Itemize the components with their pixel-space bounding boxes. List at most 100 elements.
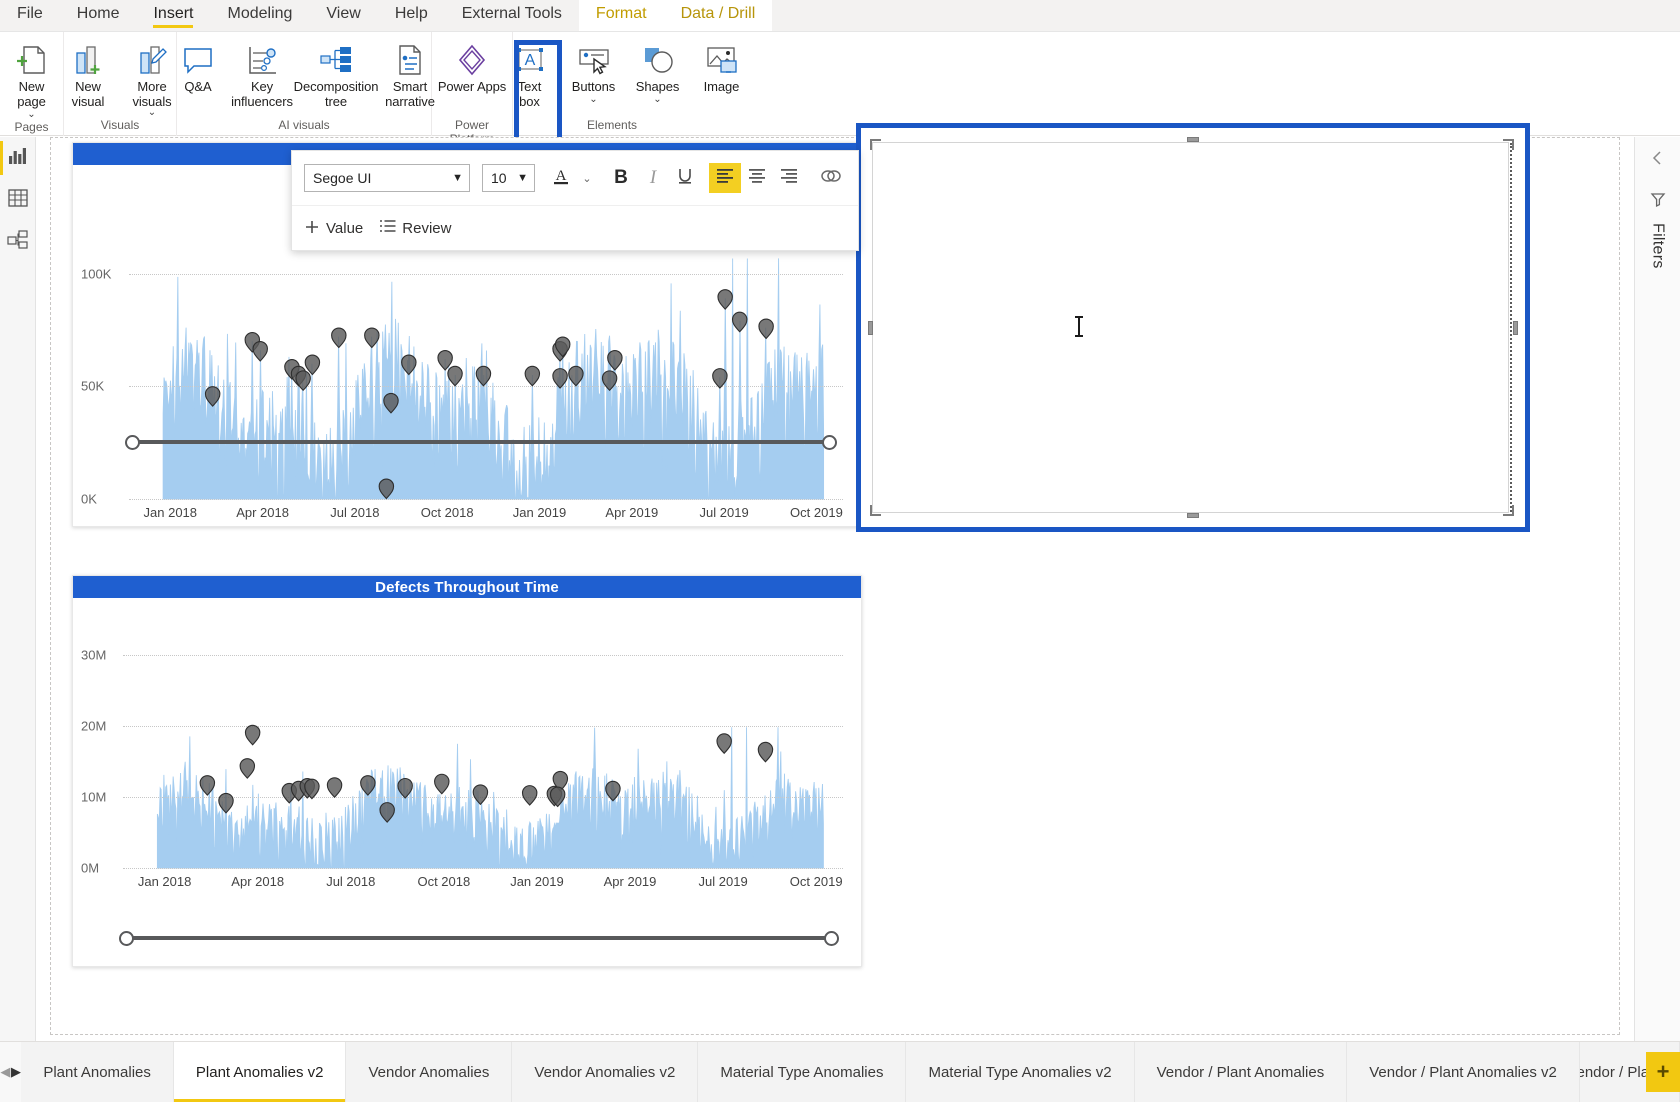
anomaly-marker[interactable] xyxy=(437,350,453,371)
resize-handle-middle-right[interactable] xyxy=(1513,320,1518,335)
page-tab-vendor-anomalies[interactable]: Vendor Anomalies xyxy=(346,1042,513,1102)
range-slider-knob-end-top[interactable] xyxy=(822,435,837,450)
page-tab-vendor-plant-anomalies[interactable]: Vendor / Plant Anomalies xyxy=(1134,1042,1348,1102)
text-box-button[interactable]: A Text box xyxy=(498,37,562,109)
anomaly-marker[interactable] xyxy=(601,370,618,392)
anomaly-marker[interactable] xyxy=(717,289,733,310)
anomaly-marker[interactable] xyxy=(218,792,234,814)
anomaly-marker[interactable] xyxy=(397,778,413,799)
ribbon-tab-home[interactable]: Home xyxy=(60,0,137,31)
anomaly-marker[interactable] xyxy=(758,318,774,340)
new-visual-button[interactable]: New visual xyxy=(56,37,120,109)
page-tab-vendor-plant-anomalies-v2[interactable]: Vendor / Plant Anomalies v2 xyxy=(1347,1042,1580,1102)
anomaly-marker[interactable] xyxy=(295,370,311,392)
align-center-button[interactable] xyxy=(741,163,773,193)
range-slider-knob-start-top[interactable] xyxy=(125,435,140,450)
anomaly-marker[interactable] xyxy=(434,773,450,795)
buttons-chevron-down-icon[interactable]: ⌄ xyxy=(589,94,597,105)
anomaly-marker[interactable] xyxy=(712,368,728,389)
inserted-text-box[interactable] xyxy=(856,123,1530,532)
shapes-button[interactable]: Shapes ⌄ xyxy=(626,37,690,105)
ribbon-tab-help[interactable]: Help xyxy=(378,0,445,31)
range-slider-track-bottom[interactable] xyxy=(125,936,833,940)
anomaly-marker[interactable] xyxy=(331,327,347,349)
italic-button[interactable]: I xyxy=(637,163,669,193)
new-page-button[interactable]: New page ⌄ xyxy=(0,37,64,120)
anomaly-marker[interactable] xyxy=(378,478,395,500)
resize-handle-top-right-h[interactable] xyxy=(1503,139,1514,141)
resize-handle-top-center[interactable] xyxy=(1187,137,1199,142)
align-left-button[interactable] xyxy=(709,163,741,193)
resize-handle-bottom-left-h[interactable] xyxy=(870,514,881,516)
page-tabs-next-button[interactable]: ▶ xyxy=(11,1042,22,1102)
page-tab-material-type-anomalies[interactable]: Material Type Anomalies xyxy=(698,1042,907,1102)
font-color-dropdown-button[interactable]: ⌄ xyxy=(577,163,597,193)
anomaly-marker[interactable] xyxy=(447,365,463,387)
anomaly-markers-bottom[interactable] xyxy=(73,598,863,910)
anomaly-marker[interactable] xyxy=(521,785,538,806)
expand-pane-button[interactable] xyxy=(1643,145,1673,175)
insert-link-button[interactable] xyxy=(815,163,847,193)
resize-handle-bottom-right-h[interactable] xyxy=(1503,514,1514,516)
anomaly-marker[interactable] xyxy=(731,311,748,333)
anomaly-marker[interactable] xyxy=(757,741,774,763)
new-page-chevron-down-icon[interactable]: ⌄ xyxy=(27,109,35,120)
ribbon-tab-format[interactable]: Format xyxy=(578,0,664,31)
ribbon-tab-modeling[interactable]: Modeling xyxy=(210,0,309,31)
anomaly-marker[interactable] xyxy=(475,365,492,387)
resize-handle-middle-left[interactable] xyxy=(868,320,873,335)
more-visuals-chevron-down-icon[interactable]: ⌄ xyxy=(148,107,156,118)
font-color-button[interactable]: A xyxy=(545,163,577,193)
filters-pane-button[interactable] xyxy=(1643,187,1673,217)
bold-button[interactable]: B xyxy=(605,163,637,193)
anomaly-marker[interactable] xyxy=(204,386,221,407)
anomaly-marker[interactable] xyxy=(524,365,541,387)
resize-handle-top-left-h[interactable] xyxy=(870,139,881,141)
anomaly-markers-top[interactable] xyxy=(73,237,863,537)
anomaly-marker[interactable] xyxy=(607,350,623,371)
add-page-button[interactable]: + xyxy=(1646,1052,1680,1092)
anomaly-marker[interactable] xyxy=(472,784,489,806)
ribbon-tab-data-drill[interactable]: Data / Drill xyxy=(663,0,773,31)
anomaly-marker[interactable] xyxy=(568,365,584,387)
anomaly-marker[interactable] xyxy=(199,775,216,796)
text-box-resize-edge[interactable] xyxy=(1510,143,1512,512)
ribbon-tab-insert[interactable]: Insert xyxy=(136,0,210,31)
anomaly-marker[interactable] xyxy=(379,802,395,823)
anomaly-marker[interactable] xyxy=(383,392,399,414)
sidebar-item-model-view[interactable] xyxy=(0,221,36,263)
qna-button[interactable]: Q&A xyxy=(166,37,230,94)
anomaly-marker[interactable] xyxy=(244,724,261,746)
resize-handle-bottom-center[interactable] xyxy=(1187,513,1199,518)
decomposition-tree-button[interactable]: Decomposition tree xyxy=(294,37,378,109)
review-button[interactable]: Review xyxy=(379,219,451,239)
page-tab-vendor-anomalies-v2[interactable]: Vendor Anomalies v2 xyxy=(512,1042,699,1102)
page-tabs-prev-button[interactable]: ◀ xyxy=(0,1042,11,1102)
text-format-toolbar[interactable]: Segoe UI ▼ 10 ▼ A ⌄ B I Value Review xyxy=(291,150,859,251)
ribbon-tab-external-tools[interactable]: External Tools xyxy=(445,0,579,31)
anomaly-marker[interactable] xyxy=(326,777,343,799)
ribbon-tab-file[interactable]: File xyxy=(0,0,60,31)
font-size-select[interactable]: 10 ▼ xyxy=(482,164,535,192)
font-family-select[interactable]: Segoe UI ▼ xyxy=(304,164,470,192)
buttons-button[interactable]: Buttons ⌄ xyxy=(562,37,626,105)
ribbon-tab-view[interactable]: View xyxy=(309,0,377,31)
page-tab-plant-anomalies[interactable]: Plant Anomalies xyxy=(21,1042,174,1102)
anomaly-marker[interactable] xyxy=(252,341,268,362)
range-slider-knob-end-bottom[interactable] xyxy=(824,931,839,946)
page-tab-material-type-anomalies-v2[interactable]: Material Type Anomalies v2 xyxy=(906,1042,1135,1102)
key-influencers-button[interactable]: Key influencers xyxy=(230,37,294,109)
text-box-content-area[interactable] xyxy=(872,142,1512,513)
sidebar-item-data-view[interactable] xyxy=(0,179,36,221)
anomaly-marker[interactable] xyxy=(239,758,256,779)
anomaly-marker[interactable] xyxy=(364,327,380,349)
anomaly-marker[interactable] xyxy=(552,368,568,389)
image-button[interactable]: Image xyxy=(690,37,754,94)
anomaly-marker[interactable] xyxy=(401,354,417,376)
shapes-chevron-down-icon[interactable]: ⌄ xyxy=(653,94,661,105)
range-slider-track-top[interactable] xyxy=(131,440,831,444)
underline-button[interactable] xyxy=(669,163,701,193)
align-right-button[interactable] xyxy=(773,163,805,193)
anomaly-marker[interactable] xyxy=(605,780,621,802)
visual-card-bottom[interactable]: Defects Throughout Time 0M 10M 20M 30M Jan … xyxy=(72,575,862,967)
